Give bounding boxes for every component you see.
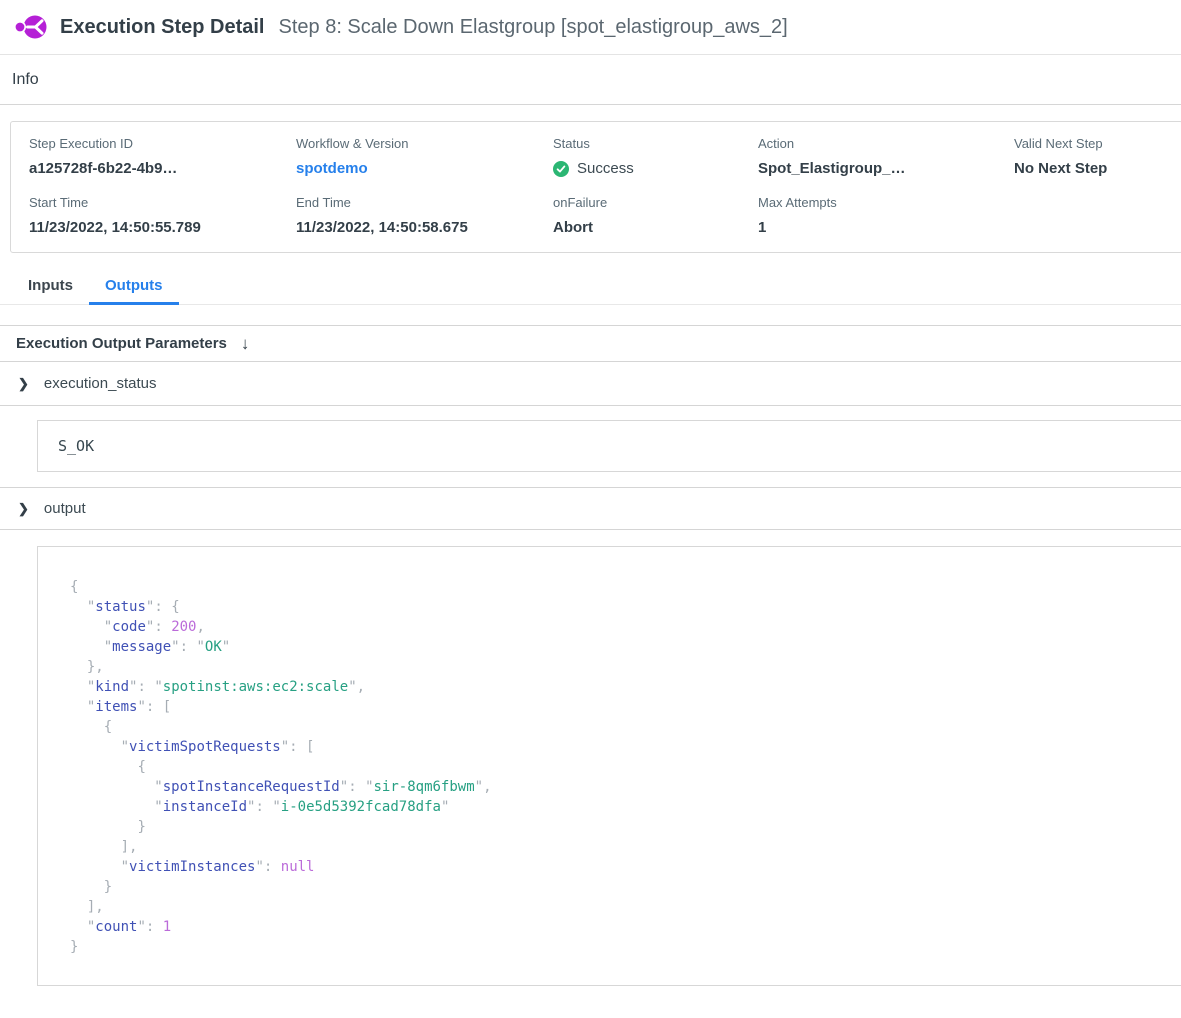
field-status: Status Success [553, 136, 758, 177]
spot-brand-icon [14, 12, 48, 42]
field-label: Valid Next Step [1014, 136, 1164, 151]
download-icon[interactable]: ↓ [241, 335, 250, 352]
info-section-label: Info [12, 71, 39, 89]
param-row-output[interactable]: ❯ output [0, 488, 1181, 530]
field-value: 11/23/2022, 14:50:58.675 [296, 219, 553, 236]
status-text: Success [577, 160, 634, 177]
field-start-time: Start Time 11/23/2022, 14:50:55.789 [29, 195, 296, 236]
field-value: Abort [553, 219, 758, 236]
field-value: 1 [758, 219, 1014, 236]
field-valid-next-step: Valid Next Step No Next Step [1014, 136, 1164, 177]
output-parameters-header: Execution Output Parameters ↓ [0, 325, 1181, 362]
execution-status-value: S_OK [37, 420, 1181, 472]
chevron-right-icon: ❯ [18, 502, 29, 515]
execution-status-value-section: S_OK [0, 420, 1181, 488]
tabs-spacer [0, 305, 1181, 325]
page-subtitle: Step 8: Scale Down Elastgroup [spot_elas… [279, 16, 788, 39]
step-info-card: Step Execution ID a125728f-6b22-4b9… Wor… [10, 121, 1181, 253]
output-parameters-title: Execution Output Parameters [16, 335, 227, 352]
field-label: Step Execution ID [29, 136, 296, 151]
tab-outputs[interactable]: Outputs [89, 267, 179, 305]
field-label: Start Time [29, 195, 296, 210]
workflow-link[interactable]: spotdemo [296, 160, 553, 177]
info-section-header: Info [0, 55, 1181, 105]
field-workflow-version: Workflow & Version spotdemo [296, 136, 553, 177]
field-value: Spot_Elastigroup_… [758, 160, 1014, 177]
field-label: End Time [296, 195, 553, 210]
field-label: Status [553, 136, 758, 151]
field-max-attempts: Max Attempts 1 [758, 195, 1014, 236]
page-title: Execution Step Detail [60, 16, 265, 39]
chevron-right-icon: ❯ [18, 377, 29, 390]
field-label: Action [758, 136, 1014, 151]
field-label: Max Attempts [758, 195, 1014, 210]
field-step-execution-id: Step Execution ID a125728f-6b22-4b9… [29, 136, 296, 177]
field-value: a125728f-6b22-4b9… [29, 160, 296, 177]
page-header: Execution Step Detail Step 8: Scale Down… [0, 0, 1181, 55]
output-json-code: { "status": { "code": 200, "message": "O… [70, 577, 1158, 957]
success-check-icon [553, 161, 569, 177]
field-onfailure: onFailure Abort [553, 195, 758, 236]
param-name: execution_status [44, 375, 157, 392]
field-action: Action Spot_Elastigroup_… [758, 136, 1014, 177]
output-json-viewer: { "status": { "code": 200, "message": "O… [37, 546, 1181, 986]
field-label: Workflow & Version [296, 136, 553, 151]
field-value: 11/23/2022, 14:50:55.789 [29, 219, 296, 236]
tab-inputs[interactable]: Inputs [12, 267, 89, 304]
field-end-time: End Time 11/23/2022, 14:50:58.675 [296, 195, 553, 236]
field-label: onFailure [553, 195, 758, 210]
status-badge: Success [553, 160, 758, 177]
io-tabs: Inputs Outputs [0, 267, 1181, 305]
param-row-execution-status[interactable]: ❯ execution_status [0, 362, 1181, 406]
field-value: No Next Step [1014, 160, 1164, 177]
param-name: output [44, 500, 86, 517]
